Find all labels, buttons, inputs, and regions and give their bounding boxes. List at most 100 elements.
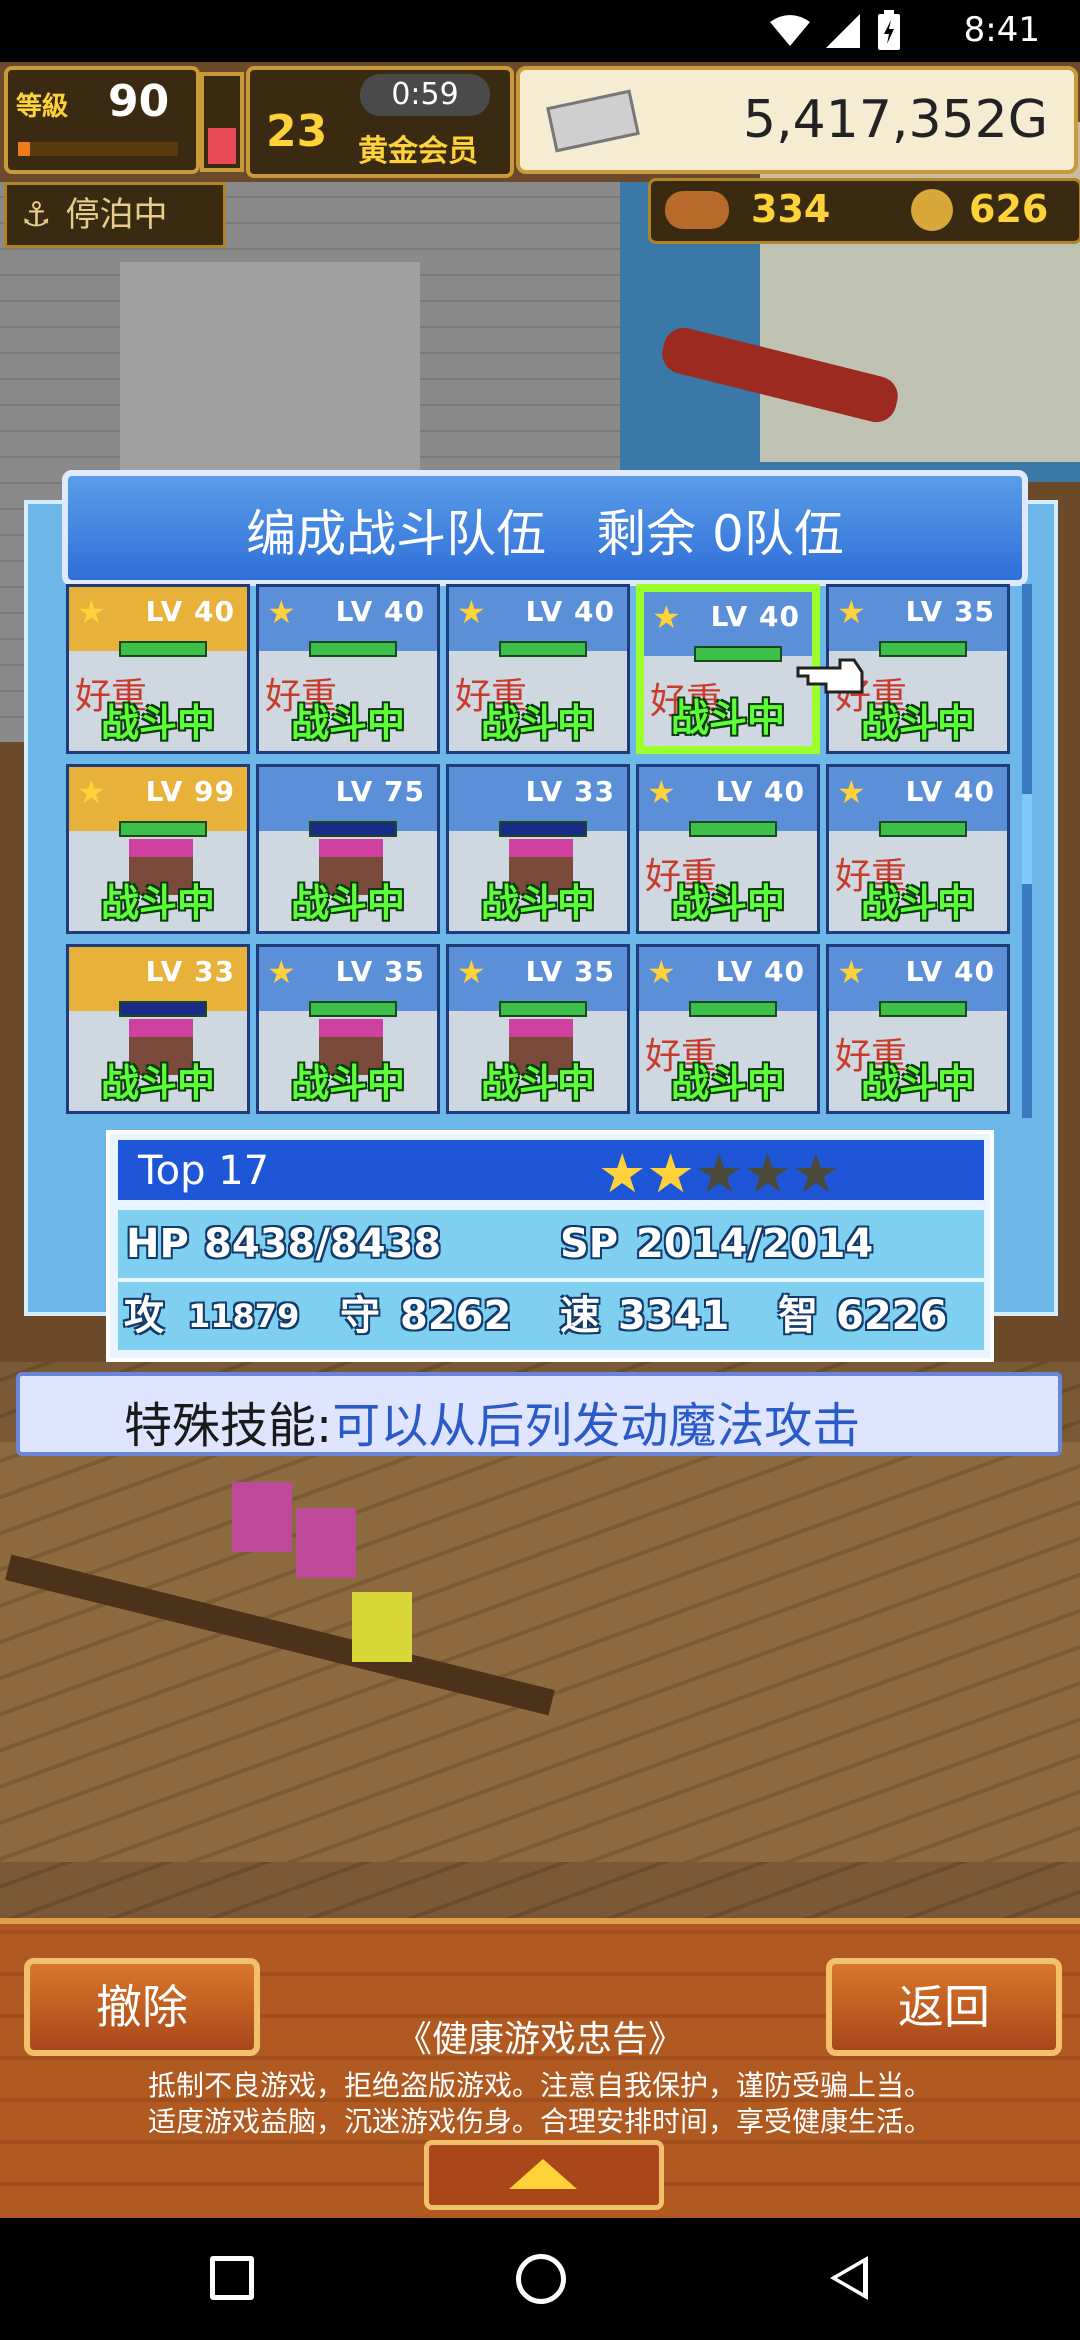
slot-level: LV 40 (335, 595, 425, 628)
slot-level: LV 33 (525, 775, 615, 808)
panel-title-banner: 编成战斗队伍 剩余 0队伍 (62, 470, 1028, 586)
member-slot[interactable]: ★ LV 40 好重 战斗中 (636, 944, 820, 1114)
slot-level: LV 35 (905, 595, 995, 628)
slot-fight-status: 战斗中 (100, 701, 215, 745)
stats-row-attrs: 攻 11879 守 8262 速 3341 智 6226 (118, 1282, 984, 1350)
slot-fight-status: 战斗中 (480, 701, 595, 745)
slot-fight-status: 战斗中 (100, 1061, 215, 1105)
slot-hp-bar (119, 1001, 207, 1017)
skill-description: 可以从后列发动魔法攻击 (332, 1398, 861, 1454)
int-value: 6226 (836, 1293, 948, 1339)
vip-number: 23 (266, 106, 328, 157)
star-icon: ★ (647, 773, 676, 811)
star-icon: ★ (837, 953, 866, 991)
def-value: 8262 (400, 1293, 512, 1339)
vip-timer: 0:59 (360, 74, 490, 116)
up-arrow-icon (509, 2159, 577, 2189)
crew-member[interactable] (296, 1508, 356, 1578)
grid-scrollbar[interactable] (1022, 584, 1032, 1118)
slot-hp-bar (879, 1001, 967, 1017)
slot-fight-status: 战斗中 (290, 1061, 405, 1105)
member-name: Top 17 (138, 1148, 270, 1194)
slot-fight-status: 战斗中 (480, 1061, 595, 1105)
member-slot[interactable]: ★ LV 40 好重 战斗中 (446, 584, 630, 754)
slot-level: LV 99 (145, 775, 235, 808)
crew-member[interactable] (352, 1592, 412, 1662)
stats-header: Top 17 ★★★★★ (118, 1140, 984, 1205)
member-slot[interactable]: ★ LV 40 好重 战斗中 (826, 764, 1010, 934)
hand-pointer-icon (796, 658, 864, 694)
atk-label: 攻 (124, 1293, 164, 1339)
slot-fight-status: 战斗中 (480, 881, 595, 925)
member-stats-card: Top 17 ★★★★★ HP 8438/8438 SP 2014/2014 攻… (106, 1130, 994, 1362)
vip-badge[interactable]: 23 0:59 黄金会员 (246, 66, 514, 178)
back-icon[interactable] (830, 2256, 868, 2300)
coin-icon (911, 189, 953, 231)
member-slot[interactable]: LV 33 战斗中 (66, 944, 250, 1114)
stats-row-hp-sp: HP 8438/8438 SP 2014/2014 (118, 1210, 984, 1278)
crew-member[interactable] (232, 1482, 292, 1552)
star-icon: ★ (457, 593, 486, 631)
member-slot[interactable]: ★ LV 40 好重 战斗中 (826, 944, 1010, 1114)
slot-level: LV 40 (715, 775, 805, 808)
star-icon: ★ (457, 953, 486, 991)
member-slot[interactable]: ★ LV 40 好重 战斗中 (256, 584, 440, 754)
slot-level: LV 35 (525, 955, 615, 988)
health-notice-line2: 适度游戏益脑，沉迷游戏伤身。合理安排时间，享受健康生活。 (147, 2105, 932, 2138)
slot-fight-status: 战斗中 (670, 696, 785, 740)
star-empty-icon: ★ (791, 1142, 841, 1205)
slot-hp-bar (689, 1001, 777, 1017)
slot-level: LV 40 (715, 955, 805, 988)
slot-fight-status: 战斗中 (860, 701, 975, 745)
wifi-icon (770, 15, 810, 46)
slot-fight-status: 战斗中 (860, 881, 975, 925)
slot-level: LV 33 (145, 955, 235, 988)
resource-a-value: 334 (751, 187, 831, 231)
health-notice-line1: 抵制不良游戏，拒绝盗版游戏。注意自我保护，谨防受骗上当。 (147, 2069, 932, 2102)
slot-hp-bar (879, 821, 967, 837)
member-slot[interactable]: ★ LV 40 好重 战斗中 (636, 584, 820, 754)
slot-fight-status: 战斗中 (670, 881, 785, 925)
member-slot[interactable]: ★ LV 40 好重 战斗中 (636, 764, 820, 934)
panel-title: 编成战斗队伍 剩余 0队伍 (246, 505, 844, 563)
level-value: 90 (108, 76, 170, 127)
star-icon: ★ (267, 593, 296, 631)
food-icon (665, 191, 729, 229)
skill-label: 特殊技能:可以从后列发动魔法攻击 (124, 1386, 860, 1456)
slot-hp-bar (499, 1001, 587, 1017)
def-label: 守 (340, 1293, 380, 1339)
slot-hp-bar (879, 641, 967, 657)
member-slot[interactable]: ★ LV 35 战斗中 (446, 944, 630, 1114)
spd-label: 速 (560, 1293, 600, 1339)
bottom-bar: 撤除 返回 《健康游戏忠告》 抵制不良游戏，拒绝盗版游戏。注意自我保护，谨防受骗… (0, 1918, 1080, 2224)
clock: 8:41 (963, 10, 1040, 50)
slot-fight-status: 战斗中 (670, 1061, 785, 1105)
slot-level: LV 40 (905, 955, 995, 988)
star-filled-icon: ★ (646, 1142, 695, 1205)
member-slot[interactable]: LV 75 战斗中 (256, 764, 440, 934)
member-slot[interactable]: ★ LV 35 战斗中 (256, 944, 440, 1114)
star-icon: ★ (77, 593, 106, 631)
special-skill-bar: 特殊技能:可以从后列发动魔法攻击 (16, 1372, 1062, 1456)
int-label: 智 (778, 1293, 818, 1339)
slot-fight-status: 战斗中 (290, 881, 405, 925)
home-icon[interactable] (516, 2254, 566, 2304)
vip-label: 黄金会员 (358, 134, 478, 169)
slot-hp-bar (119, 821, 207, 837)
member-slot[interactable]: ★ LV 40 好重 战斗中 (66, 584, 250, 754)
slot-hp-bar (694, 646, 782, 662)
sp-value: 2014/2014 (636, 1221, 874, 1267)
slot-hp-bar (689, 821, 777, 837)
member-slot[interactable]: ★ LV 99 战斗中 (66, 764, 250, 934)
health-notice-title: 《健康游戏忠告》 (395, 2019, 684, 2060)
star-icon: ★ (837, 593, 866, 631)
recent-apps-icon[interactable] (210, 2256, 254, 2300)
star-icon: ★ (267, 953, 296, 991)
resource-b-value: 626 (969, 187, 1049, 231)
anchor-status[interactable]: ⚓ 停泊中 (4, 182, 226, 248)
slot-hp-bar (309, 1001, 397, 1017)
slot-level: LV 35 (335, 955, 425, 988)
slot-level: LV 40 (525, 595, 615, 628)
member-slot[interactable]: LV 33 战斗中 (446, 764, 630, 934)
expand-up-button[interactable] (424, 2140, 664, 2210)
